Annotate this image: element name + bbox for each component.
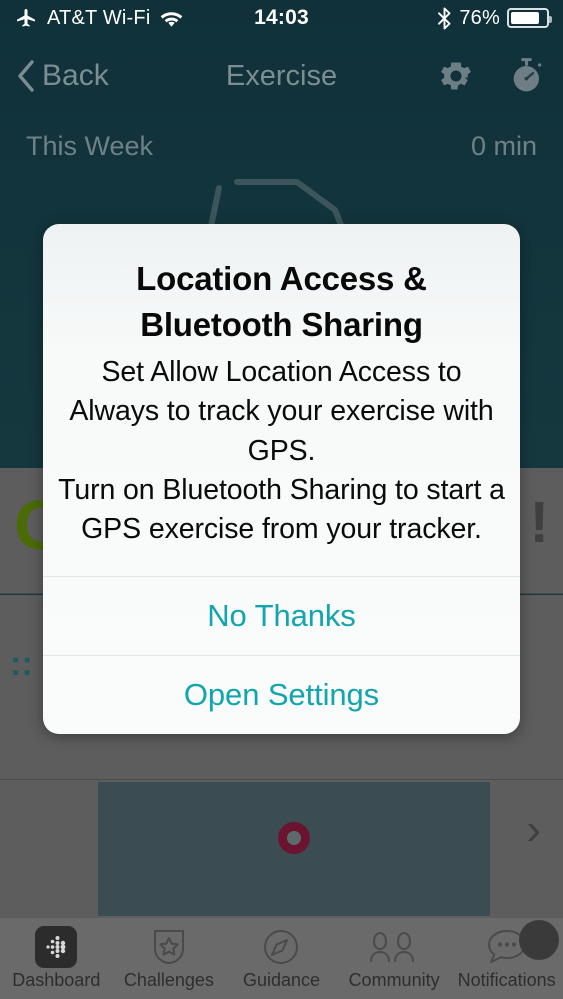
no-thanks-button[interactable]: No Thanks (43, 575, 520, 655)
navigation-actions (437, 56, 547, 96)
open-settings-button[interactable]: Open Settings (43, 654, 520, 734)
stopwatch-icon[interactable] (507, 56, 547, 96)
phone-screen: AT&T Wi-Fi 14:03 76% Back Exercise This … (0, 0, 563, 999)
gear-icon[interactable] (437, 57, 475, 95)
dialog-body: Location Access & Bluetooth Sharing Set … (43, 224, 520, 576)
dialog-message: Set Allow Location Access to Always to t… (58, 356, 505, 546)
dialog-actions: No Thanks Open Settings (43, 575, 520, 734)
permission-dialog: Location Access & Bluetooth Sharing Set … (43, 224, 520, 734)
dialog-title: Location Access & Bluetooth Sharing (136, 260, 427, 343)
